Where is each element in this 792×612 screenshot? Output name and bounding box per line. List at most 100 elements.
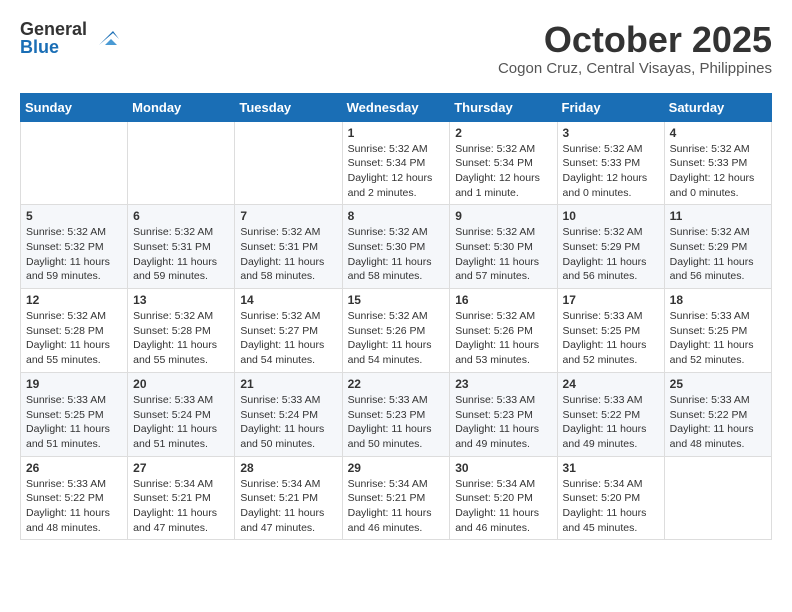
weekday-header-thursday: Thursday <box>450 93 557 121</box>
weekday-header-tuesday: Tuesday <box>235 93 342 121</box>
day-number: 31 <box>563 461 659 475</box>
calendar-cell: 11 Sunrise: 5:32 AM Sunset: 5:29 PM Dayli… <box>664 205 771 289</box>
day-info: Sunrise: 5:33 AM Sunset: 5:25 PM Dayligh… <box>26 393 122 452</box>
logo: General Blue <box>20 20 121 56</box>
day-info: Sunrise: 5:32 AM Sunset: 5:31 PM Dayligh… <box>133 225 229 284</box>
weekday-header-wednesday: Wednesday <box>342 93 450 121</box>
logo-general-text: General <box>20 20 87 38</box>
week-row-3: 12Sunrise: 5:32 AM Sunset: 5:28 PM Dayli… <box>21 289 772 373</box>
day-info: Sunrise: 5:33 AM Sunset: 5:25 PM Dayligh… <box>670 309 766 368</box>
calendar: SundayMondayTuesdayWednesdayThursdayFrid… <box>20 93 772 541</box>
weekday-header-monday: Monday <box>128 93 235 121</box>
location-title: Cogon Cruz, Central Visayas, Philippines <box>498 60 772 77</box>
calendar-cell: 31Sunrise: 5:34 AM Sunset: 5:20 PM Dayli… <box>557 456 664 540</box>
calendar-cell: 1 Sunrise: 5:32 AM Sunset: 5:34 PM Daylig… <box>342 121 450 205</box>
day-number: 5 <box>26 209 122 223</box>
calendar-cell: 29 Sunrise: 5:34 AM Sunset: 5:21 PM Dayli… <box>342 456 450 540</box>
calendar-cell <box>128 121 235 205</box>
calendar-cell: 10 Sunrise: 5:32 AM Sunset: 5:29 PM Dayli… <box>557 205 664 289</box>
calendar-cell: 8 Sunrise: 5:32 AM Sunset: 5:30 PM Daylig… <box>342 205 450 289</box>
calendar-cell: 16 Sunrise: 5:32 AM Sunset: 5:26 PM Dayli… <box>450 289 557 373</box>
day-info: Sunrise: 5:32 AM Sunset: 5:28 PM Dayligh… <box>133 309 229 368</box>
day-info: Sunrise: 5:33 AM Sunset: 5:23 PM Dayligh… <box>455 393 551 452</box>
week-row-4: 19 Sunrise: 5:33 AM Sunset: 5:25 PM Dayli… <box>21 372 772 456</box>
week-row-1: 1 Sunrise: 5:32 AM Sunset: 5:34 PM Daylig… <box>21 121 772 205</box>
day-number: 29 <box>348 461 445 475</box>
day-info: Sunrise: 5:32 AM Sunset: 5:29 PM Dayligh… <box>563 225 659 284</box>
header: General Blue October 2025 Cogon Cruz, Ce… <box>20 20 772 77</box>
day-number: 18 <box>670 293 766 307</box>
calendar-cell: 2Sunrise: 5:32 AM Sunset: 5:34 PM Daylig… <box>450 121 557 205</box>
day-number: 19 <box>26 377 122 391</box>
logo-icon <box>91 23 121 53</box>
calendar-cell: 25 Sunrise: 5:33 AM Sunset: 5:22 PM Dayli… <box>664 372 771 456</box>
week-row-5: 26 Sunrise: 5:33 AM Sunset: 5:22 PM Dayli… <box>21 456 772 540</box>
day-info: Sunrise: 5:32 AM Sunset: 5:29 PM Dayligh… <box>670 225 766 284</box>
day-info: Sunrise: 5:33 AM Sunset: 5:22 PM Dayligh… <box>26 477 122 536</box>
day-info: Sunrise: 5:34 AM Sunset: 5:21 PM Dayligh… <box>240 477 336 536</box>
day-number: 26 <box>26 461 122 475</box>
calendar-cell: 14Sunrise: 5:32 AM Sunset: 5:27 PM Dayli… <box>235 289 342 373</box>
logo-blue-text: Blue <box>20 38 87 56</box>
day-info: Sunrise: 5:32 AM Sunset: 5:31 PM Dayligh… <box>240 225 336 284</box>
day-info: Sunrise: 5:32 AM Sunset: 5:30 PM Dayligh… <box>455 225 551 284</box>
day-info: Sunrise: 5:32 AM Sunset: 5:27 PM Dayligh… <box>240 309 336 368</box>
day-info: Sunrise: 5:33 AM Sunset: 5:22 PM Dayligh… <box>563 393 659 452</box>
day-info: Sunrise: 5:32 AM Sunset: 5:32 PM Dayligh… <box>26 225 122 284</box>
day-number: 13 <box>133 293 229 307</box>
calendar-cell: 30Sunrise: 5:34 AM Sunset: 5:20 PM Dayli… <box>450 456 557 540</box>
calendar-cell: 18 Sunrise: 5:33 AM Sunset: 5:25 PM Dayli… <box>664 289 771 373</box>
day-info: Sunrise: 5:32 AM Sunset: 5:30 PM Dayligh… <box>348 225 445 284</box>
weekday-header-sunday: Sunday <box>21 93 128 121</box>
day-number: 20 <box>133 377 229 391</box>
day-info: Sunrise: 5:33 AM Sunset: 5:22 PM Dayligh… <box>670 393 766 452</box>
day-number: 22 <box>348 377 445 391</box>
day-number: 30 <box>455 461 551 475</box>
day-number: 7 <box>240 209 336 223</box>
day-info: Sunrise: 5:33 AM Sunset: 5:23 PM Dayligh… <box>348 393 445 452</box>
day-number: 23 <box>455 377 551 391</box>
day-info: Sunrise: 5:33 AM Sunset: 5:24 PM Dayligh… <box>240 393 336 452</box>
day-info: Sunrise: 5:33 AM Sunset: 5:25 PM Dayligh… <box>563 309 659 368</box>
day-number: 8 <box>348 209 445 223</box>
day-info: Sunrise: 5:32 AM Sunset: 5:33 PM Dayligh… <box>670 142 766 201</box>
day-number: 6 <box>133 209 229 223</box>
calendar-cell: 21 Sunrise: 5:33 AM Sunset: 5:24 PM Dayli… <box>235 372 342 456</box>
day-number: 17 <box>563 293 659 307</box>
week-row-2: 5 Sunrise: 5:32 AM Sunset: 5:32 PM Daylig… <box>21 205 772 289</box>
calendar-cell: 23 Sunrise: 5:33 AM Sunset: 5:23 PM Dayli… <box>450 372 557 456</box>
calendar-cell: 6 Sunrise: 5:32 AM Sunset: 5:31 PM Daylig… <box>128 205 235 289</box>
calendar-cell: 4 Sunrise: 5:32 AM Sunset: 5:33 PM Daylig… <box>664 121 771 205</box>
day-number: 25 <box>670 377 766 391</box>
calendar-cell: 13 Sunrise: 5:32 AM Sunset: 5:28 PM Dayli… <box>128 289 235 373</box>
calendar-cell: 27Sunrise: 5:34 AM Sunset: 5:21 PM Dayli… <box>128 456 235 540</box>
calendar-cell: 7 Sunrise: 5:32 AM Sunset: 5:31 PM Daylig… <box>235 205 342 289</box>
title-area: October 2025 Cogon Cruz, Central Visayas… <box>498 20 772 77</box>
calendar-cell: 9 Sunrise: 5:32 AM Sunset: 5:30 PM Daylig… <box>450 205 557 289</box>
calendar-cell: 17 Sunrise: 5:33 AM Sunset: 5:25 PM Dayli… <box>557 289 664 373</box>
calendar-cell <box>235 121 342 205</box>
calendar-cell: 19 Sunrise: 5:33 AM Sunset: 5:25 PM Dayli… <box>21 372 128 456</box>
day-info: Sunrise: 5:34 AM Sunset: 5:21 PM Dayligh… <box>348 477 445 536</box>
day-number: 3 <box>563 126 659 140</box>
calendar-cell: 5 Sunrise: 5:32 AM Sunset: 5:32 PM Daylig… <box>21 205 128 289</box>
day-number: 2 <box>455 126 551 140</box>
day-info: Sunrise: 5:32 AM Sunset: 5:28 PM Dayligh… <box>26 309 122 368</box>
day-number: 4 <box>670 126 766 140</box>
calendar-cell <box>21 121 128 205</box>
day-info: Sunrise: 5:32 AM Sunset: 5:26 PM Dayligh… <box>455 309 551 368</box>
day-number: 10 <box>563 209 659 223</box>
day-number: 9 <box>455 209 551 223</box>
day-number: 24 <box>563 377 659 391</box>
day-number: 21 <box>240 377 336 391</box>
day-number: 11 <box>670 209 766 223</box>
calendar-cell <box>664 456 771 540</box>
weekday-header-friday: Friday <box>557 93 664 121</box>
day-number: 27 <box>133 461 229 475</box>
day-info: Sunrise: 5:32 AM Sunset: 5:34 PM Dayligh… <box>348 142 445 201</box>
calendar-cell: 15Sunrise: 5:32 AM Sunset: 5:26 PM Dayli… <box>342 289 450 373</box>
month-title: October 2025 <box>498 20 772 60</box>
day-number: 1 <box>348 126 445 140</box>
day-info: Sunrise: 5:32 AM Sunset: 5:33 PM Dayligh… <box>563 142 659 201</box>
day-number: 16 <box>455 293 551 307</box>
